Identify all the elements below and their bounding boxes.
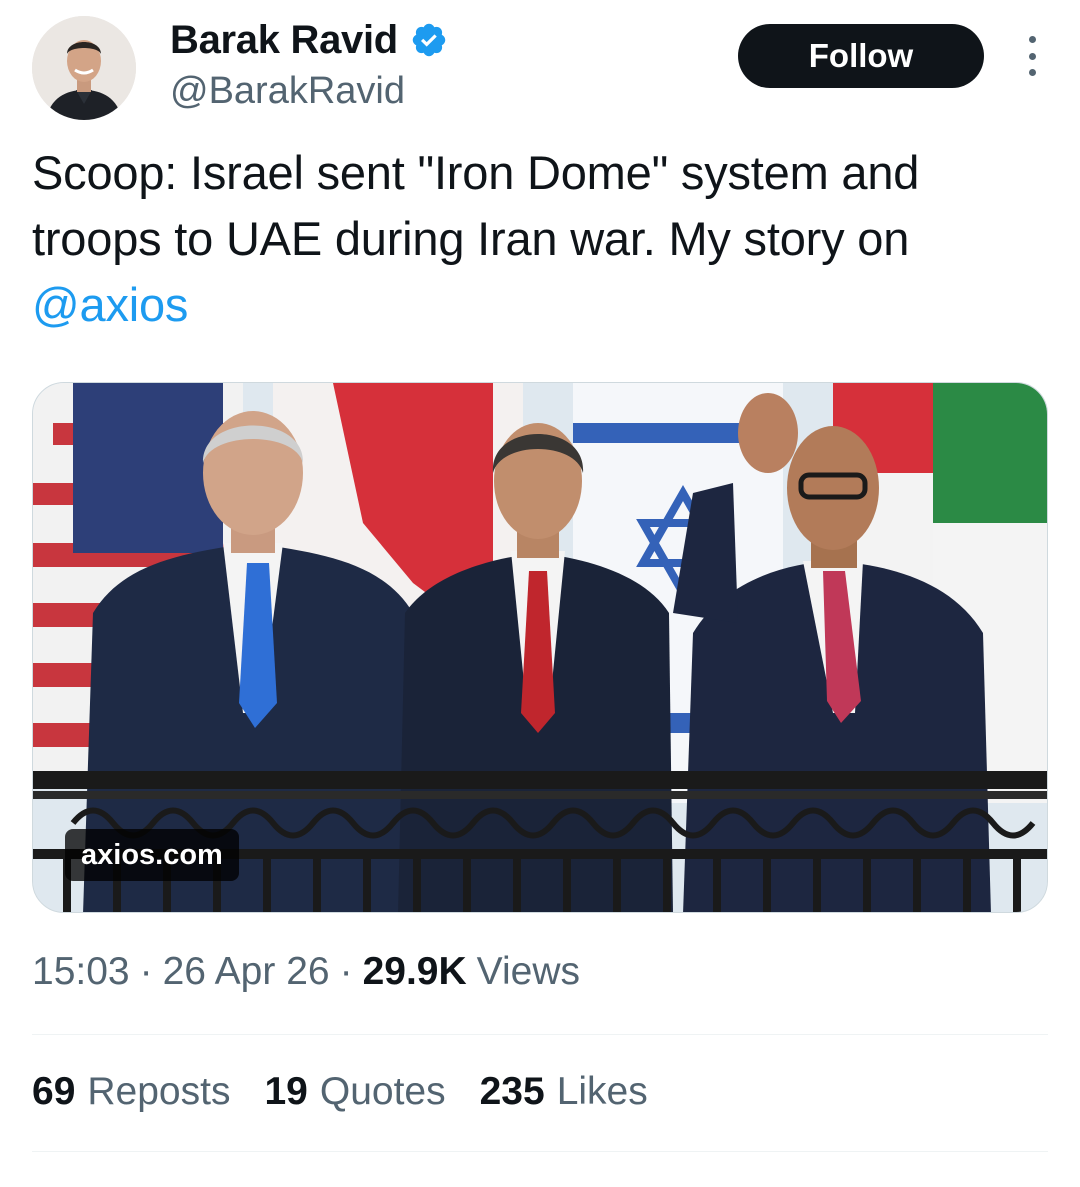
- quotes-label: Quotes: [319, 1070, 446, 1113]
- views-label: Views: [476, 950, 580, 993]
- follow-button[interactable]: Follow: [738, 24, 984, 88]
- avatar[interactable]: [32, 16, 136, 120]
- meta-separator: ·: [339, 950, 353, 993]
- mention-link[interactable]: @axios: [32, 278, 188, 331]
- quotes-stat[interactable]: 19 Quotes: [264, 1070, 445, 1114]
- quotes-count: 19: [264, 1070, 308, 1113]
- tweet-date[interactable]: 26 Apr 26: [163, 950, 330, 994]
- divider: [32, 1034, 1048, 1035]
- tweet-header: Barak Ravid @BarakRavid Follow: [32, 16, 1048, 120]
- tweet-text: Scoop: Israel sent "Iron Dome" system an…: [32, 140, 1048, 338]
- views-count: 29.9K: [362, 950, 467, 993]
- likes-label: Likes: [556, 1070, 648, 1113]
- engagement-stats: 69 Reposts 19 Quotes 235 Likes: [32, 1070, 682, 1114]
- avatar-image: [32, 16, 136, 120]
- author-display-name[interactable]: Barak Ravid: [170, 18, 398, 63]
- reposts-label: Reposts: [87, 1070, 231, 1113]
- reposts-count: 69: [32, 1070, 76, 1113]
- likes-stat[interactable]: 235 Likes: [480, 1070, 648, 1114]
- tweet-time[interactable]: 15:03: [32, 950, 130, 994]
- meta-separator: ·: [139, 950, 153, 993]
- divider: [32, 1151, 1048, 1152]
- tweet-meta: 15:03 · 26 Apr 26 · 29.9K Views: [32, 950, 580, 994]
- author-handle[interactable]: @BarakRavid: [170, 70, 448, 113]
- more-options-icon[interactable]: [1022, 36, 1042, 76]
- reposts-stat[interactable]: 69 Reposts: [32, 1070, 230, 1114]
- verified-badge-icon: [410, 21, 448, 59]
- tweet-body: Scoop: Israel sent "Iron Dome" system an…: [32, 146, 920, 265]
- link-domain-badge: axios.com: [65, 829, 239, 881]
- author-info: Barak Ravid @BarakRavid: [170, 18, 448, 113]
- likes-count: 235: [479, 1070, 545, 1113]
- link-preview-card[interactable]: axios.com: [32, 382, 1048, 913]
